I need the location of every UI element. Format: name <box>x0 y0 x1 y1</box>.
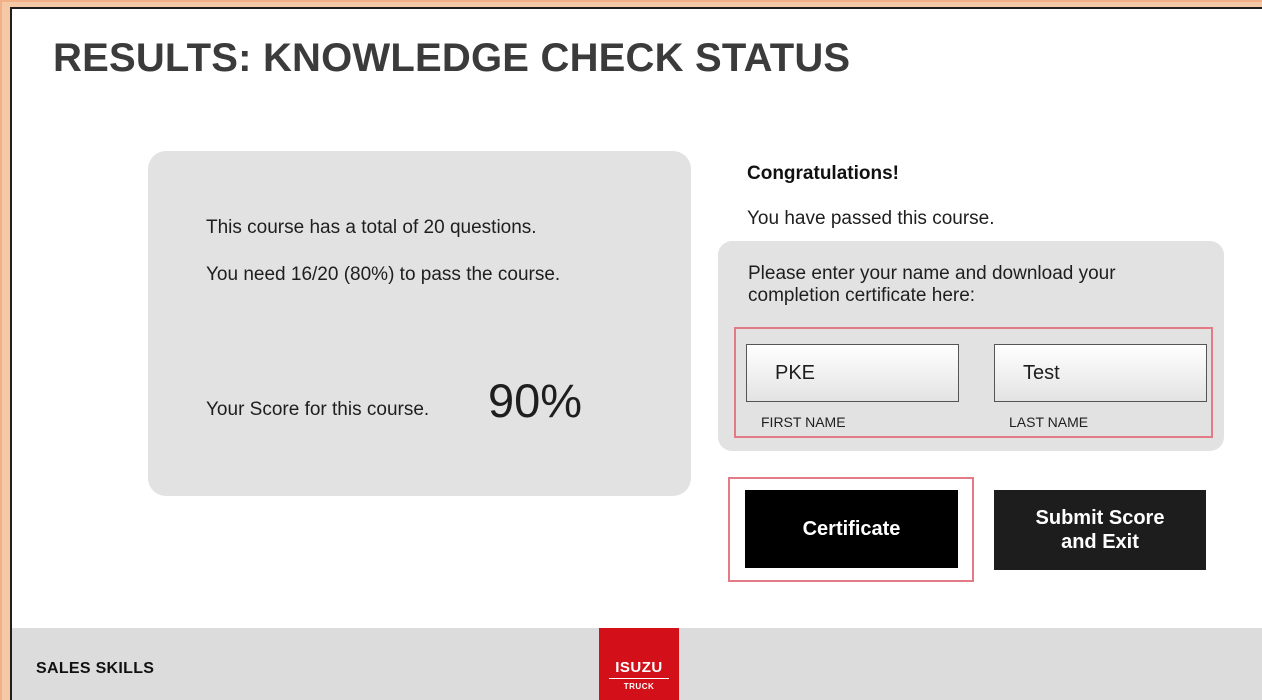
submit-score-exit-button[interactable]: Submit Score and Exit <box>994 490 1206 570</box>
score-label: Your Score for this course. <box>206 399 430 420</box>
course-name: SALES SKILLS <box>36 660 155 677</box>
slide: RESULTS: KNOWLEDGE CHECK STATUS This cou… <box>10 7 1262 700</box>
last-name-label: LAST NAME <box>1009 414 1089 430</box>
score-panel: This course has a total of 20 questions.… <box>148 151 691 496</box>
submit-button-label: Submit Score and Exit <box>1036 506 1165 554</box>
logo-text: ISUZU <box>615 659 663 676</box>
first-name-input[interactable] <box>746 344 959 402</box>
submit-label-line2: and Exit <box>1061 531 1139 553</box>
submit-label-line1: Submit Score <box>1035 507 1165 529</box>
logo-divider <box>609 678 669 679</box>
name-entry-panel: Please enter your name and download your… <box>718 241 1224 451</box>
first-name-label: FIRST NAME <box>761 414 846 430</box>
passed-message: You have passed this course. <box>747 208 995 229</box>
footer-bar: SALES SKILLS ISUZU TRUCK <box>12 628 1262 700</box>
score-value: 90% <box>488 374 583 427</box>
isuzu-logo: ISUZU TRUCK <box>599 628 679 700</box>
page-title: RESULTS: KNOWLEDGE CHECK STATUS <box>53 36 851 80</box>
certificate-button[interactable]: Certificate <box>745 490 958 568</box>
congratulations-heading: Congratulations! <box>747 163 899 184</box>
name-entry-prompt: Please enter your name and download your… <box>748 263 1116 306</box>
last-name-input[interactable] <box>994 344 1207 402</box>
total-questions-text: This course has a total of 20 questions. <box>206 217 537 238</box>
name-fields-highlight: FIRST NAME LAST NAME <box>734 327 1213 438</box>
pass-requirement-text: You need 16/20 (80%) to pass the course. <box>206 264 561 285</box>
logo-subtext: TRUCK <box>623 682 655 691</box>
